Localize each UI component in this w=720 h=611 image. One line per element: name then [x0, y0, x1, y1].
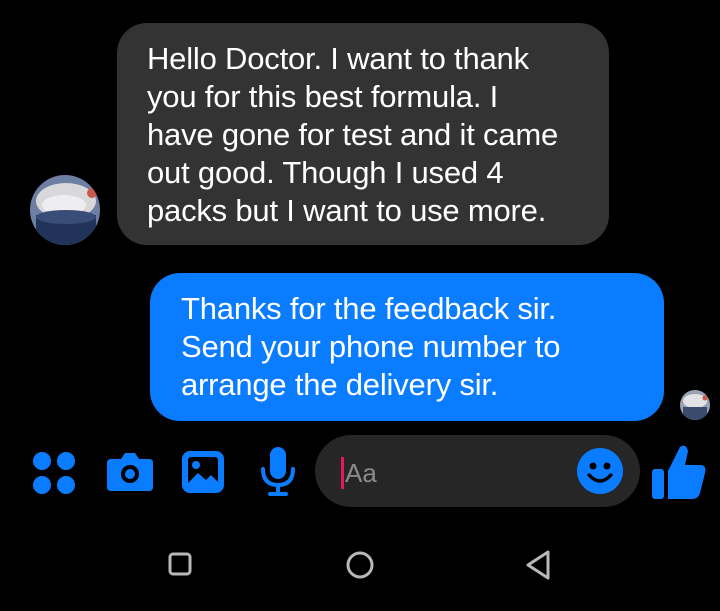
- camera-button[interactable]: [105, 449, 155, 493]
- system-navigation-bar: [0, 520, 720, 611]
- microphone-icon: [261, 447, 295, 496]
- more-actions-button[interactable]: [30, 448, 78, 496]
- back-button[interactable]: [522, 548, 554, 582]
- apps-grid-icon: [33, 452, 75, 494]
- home-icon: [346, 551, 374, 579]
- seen-receipt-image: [680, 390, 710, 420]
- like-button[interactable]: [650, 441, 708, 501]
- message-input-placeholder: Aa: [345, 458, 377, 488]
- thumbs-up-icon: [652, 445, 706, 499]
- back-icon: [526, 550, 550, 580]
- outgoing-message-text: Thanks for the feedback sir. Send your p…: [181, 291, 561, 402]
- voice-message-button[interactable]: [258, 445, 298, 499]
- recent-apps-icon: [168, 552, 192, 576]
- incoming-message-text: Hello Doctor. I want to thank you for th…: [147, 41, 559, 228]
- gallery-icon: [182, 451, 224, 493]
- sender-avatar-image: [30, 175, 100, 245]
- camera-icon: [107, 453, 153, 491]
- text-cursor: [341, 457, 344, 489]
- sender-avatar[interactable]: [30, 175, 100, 245]
- emoji-icon: [577, 448, 623, 494]
- gallery-button[interactable]: [180, 449, 226, 495]
- incoming-message-bubble[interactable]: Hello Doctor. I want to thank you for th…: [117, 23, 609, 245]
- outgoing-message-bubble[interactable]: Thanks for the feedback sir. Send your p…: [150, 273, 664, 421]
- message-composer: Aa: [0, 435, 720, 510]
- home-button[interactable]: [344, 549, 376, 581]
- emoji-button[interactable]: [577, 448, 623, 494]
- recent-apps-button[interactable]: [166, 550, 194, 578]
- seen-receipt-avatar: [680, 390, 710, 420]
- message-input[interactable]: Aa: [315, 435, 640, 507]
